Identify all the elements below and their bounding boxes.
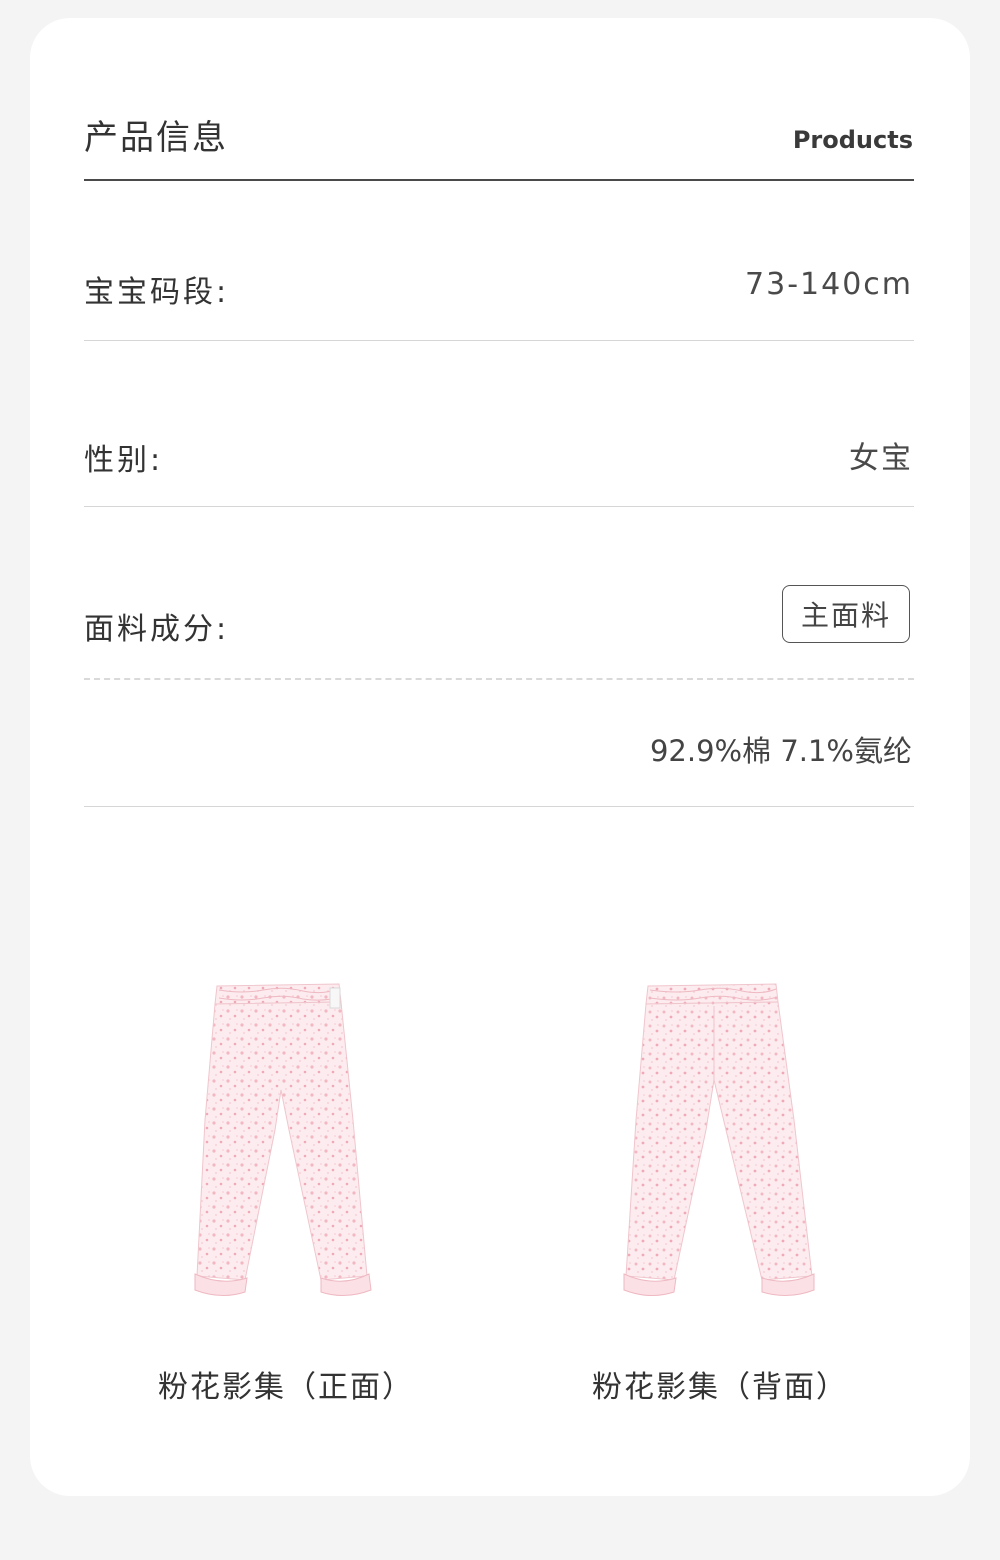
product-caption-front: 粉花影集（正面）: [158, 1370, 414, 1405]
main-fabric-tag: 主面料: [782, 585, 910, 643]
fabric-composition: 92.9%棉 7.1%氨纶: [649, 734, 912, 768]
pants-front-image: [194, 983, 372, 1296]
product-caption-back: 粉花影集（背面）: [592, 1370, 848, 1405]
size-label: 宝宝码段:: [84, 275, 230, 310]
row-divider: [84, 806, 914, 807]
gender-value: 女宝: [849, 441, 913, 476]
header-divider: [84, 179, 914, 181]
section-title: 产品信息: [84, 118, 228, 158]
section-title-en: Products: [792, 126, 913, 154]
size-value: 73-140cm: [745, 267, 913, 302]
pants-back-image: [623, 983, 815, 1296]
fabric-dashed-divider: [84, 678, 914, 680]
fabric-label: 面料成分:: [84, 612, 230, 647]
gender-label: 性别:: [84, 443, 164, 478]
row-divider: [84, 506, 914, 507]
row-divider: [84, 340, 914, 341]
